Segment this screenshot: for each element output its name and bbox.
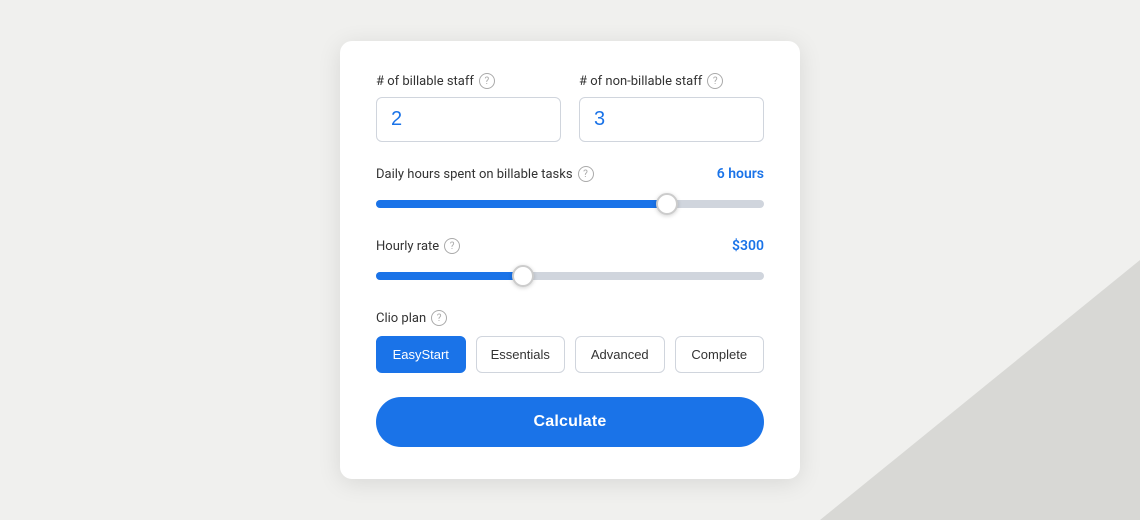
billable-staff-field: # of billable staff ? [376,73,561,142]
daily-hours-thumb[interactable] [656,193,678,215]
daily-hours-help-icon[interactable]: ? [578,166,594,182]
daily-hours-section: Daily hours spent on billable tasks ? 6 … [376,166,764,218]
plan-btn-complete[interactable]: Complete [675,336,765,373]
daily-hours-label: Daily hours spent on billable tasks ? [376,166,594,182]
calculate-button[interactable]: Calculate [376,397,764,447]
daily-hours-header: Daily hours spent on billable tasks ? 6 … [376,166,764,182]
non-billable-staff-field: # of non-billable staff ? [579,73,764,142]
hourly-rate-label-text: Hourly rate [376,239,439,254]
hourly-rate-value: $300 [732,238,764,254]
calculator-card: # of billable staff ? # of non-billable … [340,41,800,479]
non-billable-staff-label-text: # of non-billable staff [579,74,702,89]
plan-btn-essentials[interactable]: Essentials [476,336,566,373]
clio-plan-section: Clio plan ? EasyStart Essentials Advance… [376,310,764,373]
staff-inputs-row: # of billable staff ? # of non-billable … [376,73,764,142]
hourly-rate-section: Hourly rate ? $300 [376,238,764,290]
billable-staff-label: # of billable staff ? [376,73,561,89]
daily-hours-fill [376,200,667,208]
hourly-rate-thumb[interactable] [512,265,534,287]
billable-staff-input[interactable] [376,97,561,142]
non-billable-staff-input[interactable] [579,97,764,142]
billable-staff-label-text: # of billable staff [376,74,474,89]
clio-plan-help-icon[interactable]: ? [431,310,447,326]
hourly-rate-help-icon[interactable]: ? [444,238,460,254]
hourly-rate-fill [376,272,523,280]
daily-hours-value: 6 hours [717,166,764,182]
daily-hours-label-text: Daily hours spent on billable tasks [376,167,573,182]
plan-btn-advanced[interactable]: Advanced [575,336,665,373]
hourly-rate-slider-container[interactable] [376,262,764,290]
hourly-rate-label: Hourly rate ? [376,238,460,254]
clio-plan-label-text: Clio plan [376,311,426,326]
hourly-rate-header: Hourly rate ? $300 [376,238,764,254]
non-billable-staff-label: # of non-billable staff ? [579,73,764,89]
plan-buttons-group: EasyStart Essentials Advanced Complete [376,336,764,373]
billable-staff-help-icon[interactable]: ? [479,73,495,89]
clio-plan-label: Clio plan ? [376,310,764,326]
non-billable-staff-help-icon[interactable]: ? [707,73,723,89]
plan-btn-easystart[interactable]: EasyStart [376,336,466,373]
daily-hours-slider-container[interactable] [376,190,764,218]
